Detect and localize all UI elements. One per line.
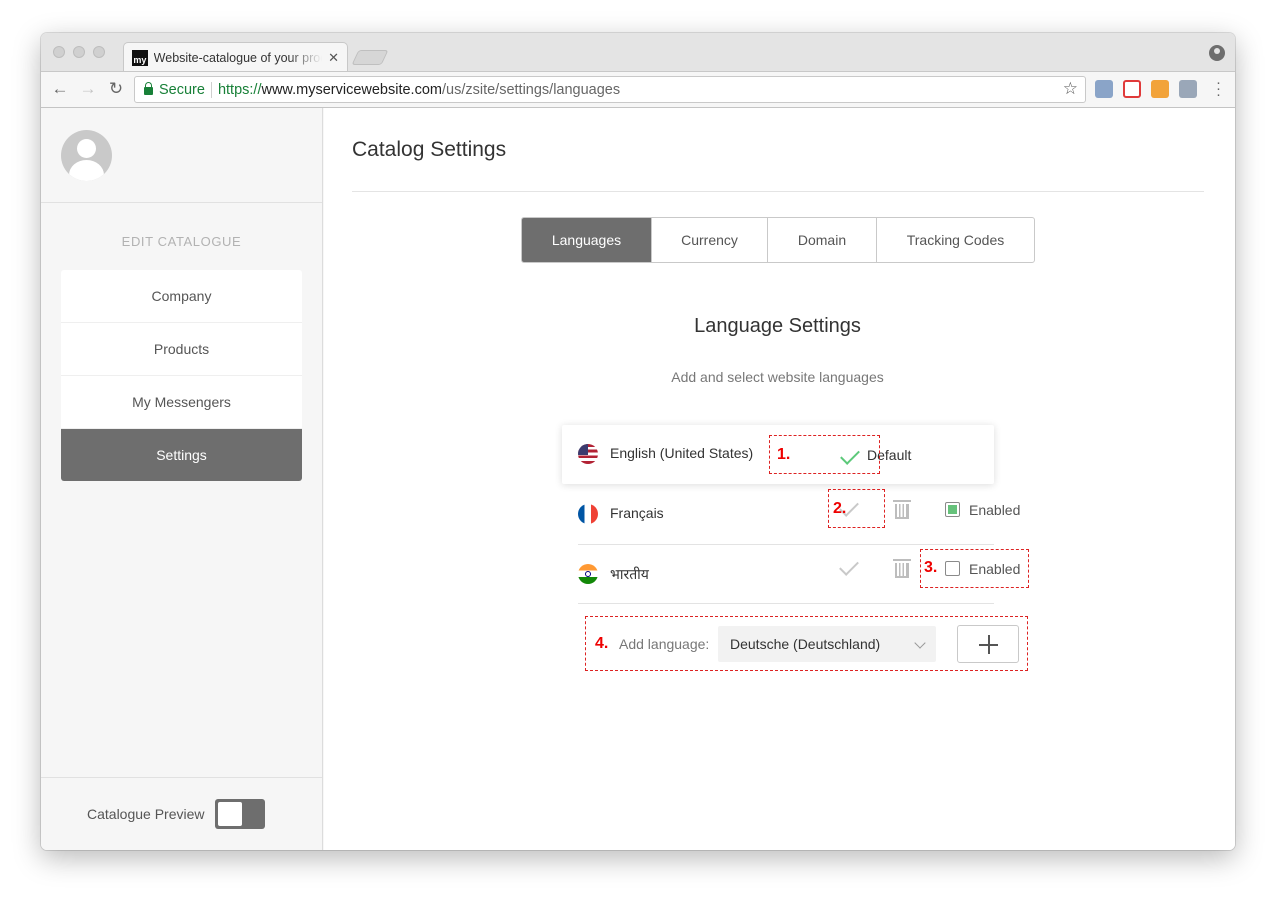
reload-icon[interactable]: ↻	[106, 79, 126, 99]
url-path: /us/zsite/settings/languages	[441, 81, 621, 98]
tab-currency[interactable]: Currency	[652, 218, 768, 262]
tab-strip: my Website-catalogue of your products ✕	[41, 33, 1235, 72]
profile-icon[interactable]	[1209, 45, 1225, 61]
catalogue-preview-label: Catalogue Preview	[87, 806, 205, 822]
url-scheme: https://	[217, 81, 262, 98]
edit-catalogue-label: EDIT CATALOGUE	[121, 234, 242, 249]
add-language-button[interactable]	[957, 625, 1019, 663]
back-icon[interactable]: ←	[50, 79, 70, 99]
annotation-label-3: 3.	[924, 559, 938, 576]
annotation-label-4: 4.	[595, 635, 609, 652]
lock-icon	[144, 81, 153, 95]
add-language-label: Add language:	[619, 636, 710, 652]
in-flag-icon	[578, 564, 598, 584]
language-select-value: Deutsche (Deutschland)	[730, 636, 881, 652]
row-divider	[578, 603, 994, 604]
extension-forward-icon[interactable]	[1123, 80, 1141, 98]
title-divider	[352, 191, 1204, 192]
secure-label: Secure	[159, 81, 205, 98]
sidebar-bottom-divider	[41, 777, 322, 778]
sidebar-divider	[41, 202, 322, 203]
site-favicon-icon: my	[132, 49, 148, 66]
language-name: English (United States)	[610, 445, 754, 461]
us-flag-icon	[578, 444, 598, 464]
language-name: Français	[610, 505, 664, 521]
sidebar-item-company[interactable]: Company	[61, 270, 302, 323]
language-name: भारतीय	[610, 566, 649, 582]
url-host: www.myservicewebsite.com	[261, 81, 442, 98]
sidebar-item-products[interactable]: Products	[61, 323, 302, 376]
maximize-window-button[interactable]	[93, 46, 105, 58]
sidebar-menu: Company Products My Messengers Settings	[61, 270, 302, 481]
extension-tool-icon[interactable]	[1179, 80, 1197, 98]
annotation-label-2: 2.	[833, 500, 847, 517]
language-row: Français	[562, 485, 994, 544]
extension-code-icon[interactable]	[1095, 80, 1113, 98]
tab-tracking-codes[interactable]: Tracking Codes	[877, 218, 1034, 262]
browser-tab[interactable]: my Website-catalogue of your products ✕	[123, 42, 348, 72]
chevron-down-icon	[914, 637, 926, 649]
forward-icon[interactable]: →	[78, 79, 98, 99]
tab-close-icon[interactable]: ✕	[328, 50, 339, 66]
catalogue-preview-toggle[interactable]	[215, 799, 265, 829]
close-window-button[interactable]	[53, 46, 65, 58]
browser-window: my Website-catalogue of your products ✕ …	[41, 33, 1235, 850]
page-content: EDIT CATALOGUE Company Products My Messe…	[41, 108, 1235, 850]
enabled-checkbox[interactable]	[945, 502, 960, 517]
avatar[interactable]	[61, 130, 112, 181]
browser-menu-icon[interactable]: · · ·	[1216, 75, 1221, 102]
section-title: Language Settings	[694, 315, 861, 337]
address-bar[interactable]: Secure https:// www.myservicewebsite.com…	[134, 76, 1086, 103]
settings-tabs: Languages Currency Domain Tracking Codes	[521, 217, 1035, 263]
main-panel: Catalog Settings Languages Currency Doma…	[324, 108, 1235, 850]
trash-icon[interactable]	[893, 559, 911, 578]
enabled-label: Enabled	[969, 502, 1021, 518]
section-subtitle: Add and select website languages	[671, 369, 884, 385]
toggle-knob	[218, 802, 242, 826]
annotation-label-1: 1.	[777, 446, 791, 463]
trash-icon[interactable]	[893, 500, 911, 519]
extension-chart-icon[interactable]	[1151, 80, 1169, 98]
language-select[interactable]: Deutsche (Deutschland)	[718, 626, 936, 662]
tab-domain[interactable]: Domain	[768, 218, 877, 262]
sidebar-item-settings[interactable]: Settings	[61, 429, 302, 481]
minimize-window-button[interactable]	[73, 46, 85, 58]
address-separator	[210, 81, 212, 98]
fr-flag-icon	[578, 504, 598, 524]
sidebar: EDIT CATALOGUE Company Products My Messe…	[41, 108, 326, 850]
tab-title: Website-catalogue of your products	[153, 50, 322, 65]
tab-languages[interactable]: Languages	[522, 218, 652, 262]
new-tab-button[interactable]	[351, 50, 389, 65]
page-title: Catalog Settings	[352, 138, 507, 161]
browser-toolbar: ← → ↻ Secure https:// www.myservicewebsi…	[41, 71, 1235, 108]
sidebar-item-messengers[interactable]: My Messengers	[61, 376, 302, 429]
bookmark-star-icon[interactable]: ☆	[1063, 79, 1078, 99]
window-controls	[53, 46, 105, 58]
